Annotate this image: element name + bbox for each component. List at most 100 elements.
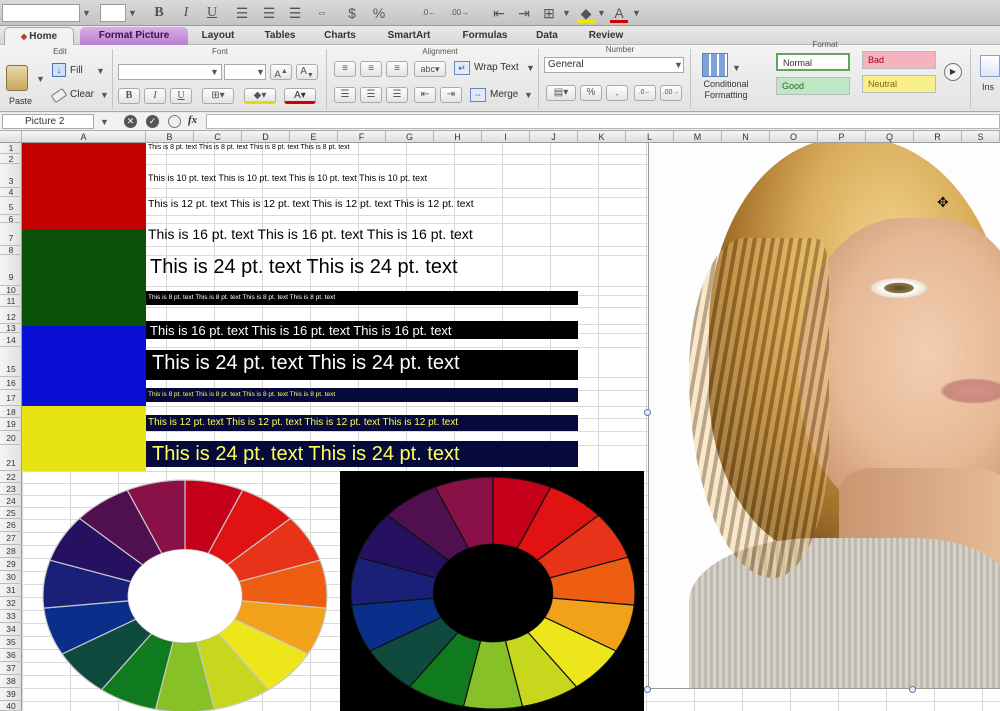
row-header[interactable]: 17 bbox=[0, 390, 22, 406]
select-all-corner[interactable] bbox=[0, 131, 22, 143]
chevron-down-icon[interactable]: ▼ bbox=[632, 4, 641, 22]
align-center-icon[interactable]: ☰ bbox=[360, 87, 382, 103]
indent-icon[interactable]: ⇤ bbox=[490, 3, 508, 23]
font-size-box[interactable] bbox=[100, 4, 126, 22]
comma-style-icon[interactable]: , bbox=[606, 85, 628, 101]
paste-icon[interactable] bbox=[6, 65, 28, 91]
merge-center-icon[interactable]: ⇔ bbox=[313, 3, 331, 23]
chevron-down-icon[interactable]: ▼ bbox=[128, 4, 137, 22]
column-header[interactable]: S bbox=[962, 131, 1000, 143]
column-header[interactable]: A bbox=[22, 131, 146, 143]
tab-review[interactable]: Review bbox=[578, 27, 634, 45]
chevron-down-icon[interactable]: ▼ bbox=[597, 4, 606, 22]
borders-icon[interactable]: ⊞ bbox=[540, 3, 558, 23]
ribbon-italic-button[interactable]: I bbox=[144, 88, 166, 104]
text-orientation-button[interactable]: abc▾ bbox=[414, 61, 446, 77]
resize-handle[interactable] bbox=[909, 686, 916, 693]
text-color-button[interactable]: A bbox=[610, 3, 628, 23]
row-header[interactable]: 18 bbox=[0, 406, 22, 418]
eraser-icon[interactable] bbox=[50, 87, 68, 104]
row-header[interactable]: 14 bbox=[0, 333, 22, 347]
cancel-icon[interactable]: ✕ bbox=[124, 115, 137, 128]
column-header[interactable]: K bbox=[578, 131, 626, 143]
name-box[interactable]: Picture 2 bbox=[2, 114, 94, 129]
row-header[interactable]: 21 bbox=[0, 445, 22, 471]
underline-button[interactable]: U bbox=[203, 3, 221, 23]
row-header[interactable]: 34 bbox=[0, 623, 22, 636]
column-header[interactable]: F bbox=[338, 131, 386, 143]
column-header[interactable]: H bbox=[434, 131, 482, 143]
font-name-field[interactable] bbox=[118, 64, 222, 80]
merge-button[interactable]: Merge bbox=[490, 87, 518, 103]
row-header[interactable]: 24 bbox=[0, 495, 22, 507]
chevron-down-icon[interactable]: ▼ bbox=[36, 70, 45, 88]
tab-charts[interactable]: Charts bbox=[314, 27, 366, 45]
chevron-down-icon[interactable]: ▼ bbox=[674, 56, 683, 74]
insert-function-button[interactable]: fx bbox=[188, 114, 197, 126]
bold-button[interactable]: B bbox=[150, 3, 168, 23]
chevron-down-icon[interactable]: ▼ bbox=[526, 59, 535, 77]
more-styles-icon[interactable]: ▶ bbox=[944, 63, 962, 81]
row-header[interactable]: 19 bbox=[0, 418, 22, 431]
column-header[interactable]: C bbox=[194, 131, 242, 143]
align-top-icon[interactable]: ≡ bbox=[334, 61, 356, 77]
column-header[interactable]: Q bbox=[866, 131, 914, 143]
column-header[interactable]: O bbox=[770, 131, 818, 143]
tab-smartart[interactable]: SmartArt bbox=[376, 27, 442, 45]
column-header[interactable]: E bbox=[290, 131, 338, 143]
row-header[interactable]: 5 bbox=[0, 197, 22, 215]
font-color-icon[interactable]: A▾ bbox=[284, 88, 316, 104]
percent-style-button[interactable]: % bbox=[580, 85, 602, 101]
row-header[interactable]: 4 bbox=[0, 188, 22, 197]
tab-format-picture[interactable]: Format Picture bbox=[80, 27, 188, 45]
insert-label[interactable]: Ins bbox=[982, 79, 994, 95]
row-header[interactable]: 25 bbox=[0, 507, 22, 519]
chevron-down-icon[interactable]: ▼ bbox=[256, 63, 265, 81]
column-header[interactable]: P bbox=[818, 131, 866, 143]
resize-handle[interactable] bbox=[644, 409, 651, 416]
increase-decimal-icon[interactable]: .0← bbox=[634, 85, 656, 101]
currency-format-icon[interactable]: ▤▾ bbox=[546, 85, 576, 101]
row-header[interactable]: 27 bbox=[0, 532, 22, 545]
align-middle-icon[interactable]: ≡ bbox=[360, 61, 382, 77]
align-left-icon[interactable]: ☰ bbox=[334, 87, 356, 103]
function-dropdown-icon[interactable] bbox=[168, 115, 181, 128]
column-header[interactable]: G bbox=[386, 131, 434, 143]
style-neutral[interactable]: Neutral bbox=[862, 75, 936, 93]
row-header[interactable]: 1 bbox=[0, 143, 22, 154]
ribbon-bold-button[interactable]: B bbox=[118, 88, 140, 104]
row-header[interactable]: 13 bbox=[0, 324, 22, 333]
row-header[interactable]: 39 bbox=[0, 688, 22, 701]
row-header[interactable]: 15 bbox=[0, 347, 22, 377]
column-header[interactable]: L bbox=[626, 131, 674, 143]
row-header[interactable]: 3 bbox=[0, 164, 22, 188]
merge-icon[interactable]: ⇔ bbox=[470, 88, 486, 102]
chevron-down-icon[interactable]: ▼ bbox=[82, 4, 91, 22]
currency-button[interactable]: $ bbox=[343, 3, 361, 23]
row-header[interactable]: 30 bbox=[0, 571, 22, 584]
style-good[interactable]: Good bbox=[776, 77, 850, 95]
decrease-decimal-icon[interactable]: .00→ bbox=[660, 85, 682, 101]
chevron-down-icon[interactable]: ▼ bbox=[732, 59, 741, 77]
chevron-down-icon[interactable]: ▼ bbox=[210, 63, 219, 81]
fill-color-icon[interactable]: ◆ bbox=[577, 3, 595, 23]
tab-tables[interactable]: Tables bbox=[254, 27, 306, 45]
row-header[interactable]: 37 bbox=[0, 662, 22, 675]
tab-data[interactable]: Data bbox=[524, 27, 570, 45]
enter-icon[interactable]: ✓ bbox=[146, 115, 159, 128]
chevron-down-icon[interactable]: ▼ bbox=[100, 86, 109, 104]
row-header[interactable]: 40 bbox=[0, 701, 22, 711]
conditional-formatting-button[interactable]: Conditional Formatting bbox=[694, 79, 758, 101]
fill-down-icon[interactable]: ↓ bbox=[52, 63, 66, 77]
row-header[interactable]: 22 bbox=[0, 471, 22, 483]
tab-home[interactable]: ◆ Home bbox=[4, 27, 74, 45]
tab-layout[interactable]: Layout bbox=[192, 27, 244, 45]
column-header[interactable]: M bbox=[674, 131, 722, 143]
grow-font-button[interactable]: A▲ bbox=[270, 64, 292, 80]
style-normal[interactable]: Normal bbox=[776, 53, 850, 71]
align-center-icon[interactable]: ☰ bbox=[260, 3, 278, 23]
align-bottom-icon[interactable]: ≡ bbox=[386, 61, 408, 77]
clear-button[interactable]: Clear bbox=[70, 87, 94, 103]
chevron-down-icon[interactable]: ▼ bbox=[524, 86, 533, 104]
column-header[interactable]: I bbox=[482, 131, 530, 143]
